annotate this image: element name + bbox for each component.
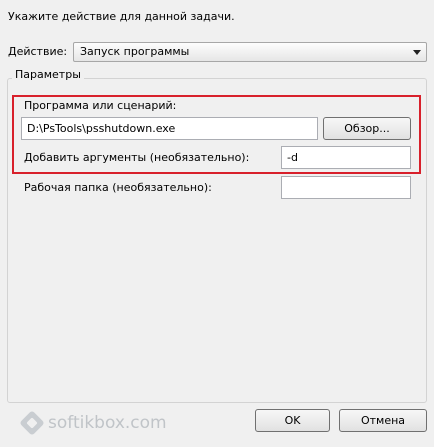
action-combobox[interactable]: Запуск программы [73, 42, 427, 62]
cancel-button[interactable]: Отмена [339, 409, 427, 432]
softikbox-logo-icon [20, 411, 44, 435]
workdir-input[interactable] [281, 176, 411, 199]
workdir-label: Рабочая папка (необязательно): [24, 181, 212, 194]
chevron-down-icon[interactable] [413, 50, 421, 55]
ok-button[interactable]: OK [255, 409, 330, 432]
watermark-text: softikbox.com [48, 413, 167, 433]
watermark: softikbox.com [20, 406, 167, 440]
action-label: Действие: [8, 45, 68, 58]
dialog-heading: Укажите действие для данной задачи. [8, 10, 235, 23]
action-selected-value: Запуск программы [80, 45, 190, 58]
parameters-title: Параметры [12, 68, 84, 82]
highlight-frame [12, 95, 421, 174]
